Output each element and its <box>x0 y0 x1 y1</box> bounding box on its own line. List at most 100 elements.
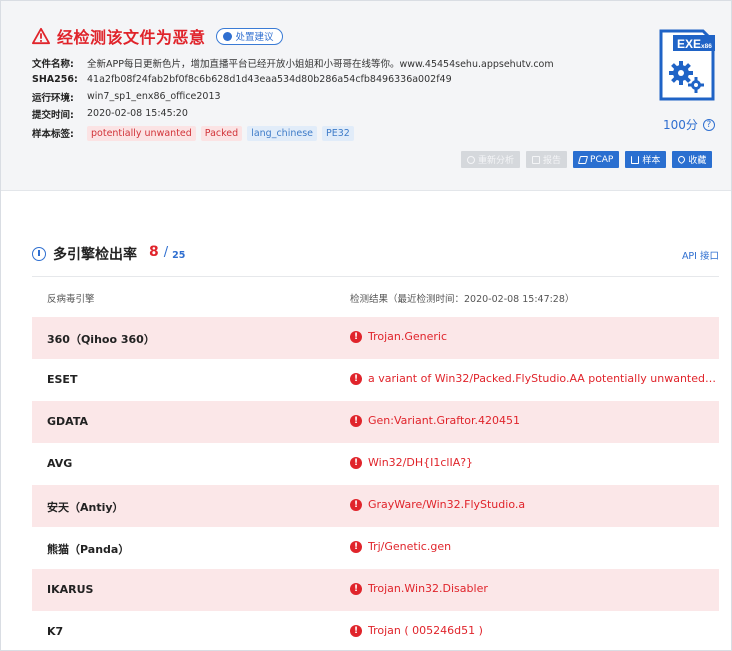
alert-icon: ! <box>350 456 362 469</box>
meta-value: 41a2fb08f24fab2bf0f8c6b628d1d43eaa534d80… <box>87 74 452 85</box>
tag[interactable]: lang_chinese <box>247 125 317 141</box>
table-row: 熊猫（Panda） ! Trj/Genetic.gen <box>32 527 719 569</box>
tag[interactable]: PE32 <box>322 125 354 141</box>
tag[interactable]: potentially unwanted <box>87 125 196 141</box>
detection-result: ! Trojan.Generic <box>350 330 718 343</box>
meta-key: SHA256: <box>32 74 78 85</box>
detection-result: ! Win32/DH{I1clIA?} <box>350 456 718 469</box>
exe-file-icon: EXE x86 <box>659 29 715 101</box>
help-icon[interactable]: ? <box>702 118 715 131</box>
report-button[interactable]: 报告 <box>526 151 568 168</box>
result-text: GrayWare/Win32.FlyStudio.a <box>368 498 526 511</box>
threat-score: 100分 ? <box>663 116 715 133</box>
meta-value: 2020-02-08 15:45:20 <box>87 108 188 119</box>
tag-list: potentially unwanted Packed lang_chinese… <box>87 125 354 141</box>
meta-value: win7_sp1_enx86_office2013 <box>87 91 221 102</box>
pcap-label: PCAP <box>590 154 614 165</box>
alert-icon: ! <box>350 582 362 595</box>
engine-name: ESET <box>47 373 78 386</box>
advice-button[interactable]: 处置建议 <box>215 27 283 45</box>
meta-key: 样本标签: <box>32 129 74 140</box>
table-header: 反病毒引擎 检测结果（最近检测时间：2020-02-08 15:47:28） <box>32 287 719 307</box>
engine-name: K7 <box>47 625 64 638</box>
table-row: 360（Qihoo 360） ! Trojan.Generic <box>32 317 719 359</box>
alert-icon: ! <box>350 540 362 553</box>
verdict-banner: 经检测该文件为恶意 处置建议 <box>32 24 283 48</box>
download-sample-button[interactable]: 样本 <box>625 151 667 168</box>
result-text: Gen:Variant.Graftor.420451 <box>368 414 520 427</box>
engine-name: 熊猫（Panda） <box>47 543 130 556</box>
thermometer-icon <box>32 247 46 261</box>
detection-hits: 8 <box>149 244 159 260</box>
section-title: 多引擎检出率 <box>53 247 137 263</box>
table-row: IKARUS ! Trojan.Win32.Disabler <box>32 569 719 611</box>
engine-name: 360（Qihoo 360） <box>47 333 155 346</box>
meta-row-filename: 文件名称: 全新APP每日更新色片，增加直播平台已经开放小姐姐和小哥哥在线等你。… <box>32 54 554 71</box>
meta-value: 全新APP每日更新色片，增加直播平台已经开放小姐姐和小哥哥在线等你。www.45… <box>87 58 554 70</box>
meta-key: 运行环境: <box>32 92 74 104</box>
result-text: Trojan ( 005246d51 ) <box>368 624 483 637</box>
alert-icon: ! <box>350 372 362 385</box>
download-icon <box>631 155 640 164</box>
file-type-label: EXE <box>677 37 701 51</box>
result-text: Win32/DH{I1clIA?} <box>368 456 474 469</box>
meta-row-tags: 样本标签: potentially unwanted Packed lang_c… <box>32 122 554 144</box>
table-row: ESET ! a variant of Win32/Packed.FlyStudi… <box>32 359 719 401</box>
detection-result: ! GrayWare/Win32.FlyStudio.a <box>350 498 718 511</box>
result-text: Trojan.Generic <box>368 330 448 343</box>
reanalyze-label: 重新分析 <box>478 156 515 166</box>
alert-icon: ! <box>350 330 362 343</box>
alert-icon: ! <box>350 414 362 427</box>
detection-total: 25 <box>172 250 186 261</box>
favorite-button[interactable]: 收藏 <box>672 151 713 168</box>
meta-row-environment: 运行环境: win7_sp1_enx86_office2013 <box>32 88 554 105</box>
detection-section-header: 多引擎检出率 8 / 25 API 接口 <box>32 241 719 277</box>
advice-button-label: 处置建议 <box>235 32 274 43</box>
refresh-icon <box>467 155 475 164</box>
reanalyze-button[interactable]: 重新分析 <box>461 151 521 168</box>
pcap-icon <box>577 155 589 164</box>
engine-name: IKARUS <box>47 583 94 596</box>
report-page: 经检测该文件为恶意 处置建议 文件名称: 全新APP每日更新色片，增加直播平台已… <box>0 0 732 651</box>
alert-icon: ! <box>350 498 362 511</box>
action-bar: 重新分析 报告 PCAP 样本 收藏 <box>461 151 713 168</box>
file-metadata: 文件名称: 全新APP每日更新色片，增加直播平台已经开放小姐姐和小哥哥在线等你。… <box>32 54 554 144</box>
detection-result: ! Trj/Genetic.gen <box>350 540 718 553</box>
wrench-icon <box>222 31 232 41</box>
meta-key: 文件名称: <box>32 58 74 70</box>
report-icon <box>532 155 541 164</box>
table-row: K7 ! Trojan ( 005246d51 ) <box>32 611 719 650</box>
detection-result: ! Trojan.Win32.Disabler <box>350 582 718 595</box>
result-text: Trj/Genetic.gen <box>368 540 452 553</box>
pcap-button[interactable]: PCAP <box>573 151 620 168</box>
detection-result: ! Gen:Variant.Graftor.420451 <box>350 414 718 427</box>
meta-row-submit-time: 提交时间: 2020-02-08 15:45:20 <box>32 105 554 122</box>
tag[interactable]: Packed <box>200 125 243 141</box>
api-link[interactable]: API 接口 <box>682 248 719 262</box>
favorite-label: 收藏 <box>688 156 707 166</box>
meta-key: 提交时间: <box>32 109 74 121</box>
engine-name: GDATA <box>47 415 88 428</box>
engine-name: 安天（Antiy） <box>47 501 124 514</box>
meta-row-sha256: SHA256: 41a2fb08f24fab2bf0f8c6b628d1d43e… <box>32 71 554 88</box>
warning-icon <box>32 27 50 45</box>
result-text: Trojan.Win32.Disabler <box>368 582 488 595</box>
detection-result: ! Trojan ( 005246d51 ) <box>350 624 718 637</box>
alert-icon: ! <box>350 624 362 637</box>
detection-separator: / <box>163 245 169 260</box>
table-row: 安天（Antiy） ! GrayWare/Win32.FlyStudio.a <box>32 485 719 527</box>
detection-result: ! a variant of Win32/Packed.FlyStudio.AA … <box>350 372 718 385</box>
heart-icon <box>676 154 687 165</box>
table-row: GDATA ! Gen:Variant.Graftor.420451 <box>32 401 719 443</box>
detection-table: 360（Qihoo 360） ! Trojan.Generic ESET ! a v… <box>32 317 719 650</box>
sample-label: 样本 <box>642 156 661 166</box>
column-result: 检测结果（最近检测时间：2020-02-08 15:47:28） <box>350 294 575 305</box>
result-text: a variant of Win32/Packed.FlyStudio.AA p… <box>368 372 718 385</box>
file-arch-label: x86 <box>701 43 712 50</box>
verdict-text: 经检测该文件为恶意 <box>57 28 206 47</box>
column-engine: 反病毒引擎 <box>47 294 95 305</box>
score-value: 100分 <box>663 118 698 132</box>
engine-name: AVG <box>47 457 73 470</box>
table-row: AVG ! Win32/DH{I1clIA?} <box>32 443 719 485</box>
report-label: 报告 <box>543 156 562 166</box>
